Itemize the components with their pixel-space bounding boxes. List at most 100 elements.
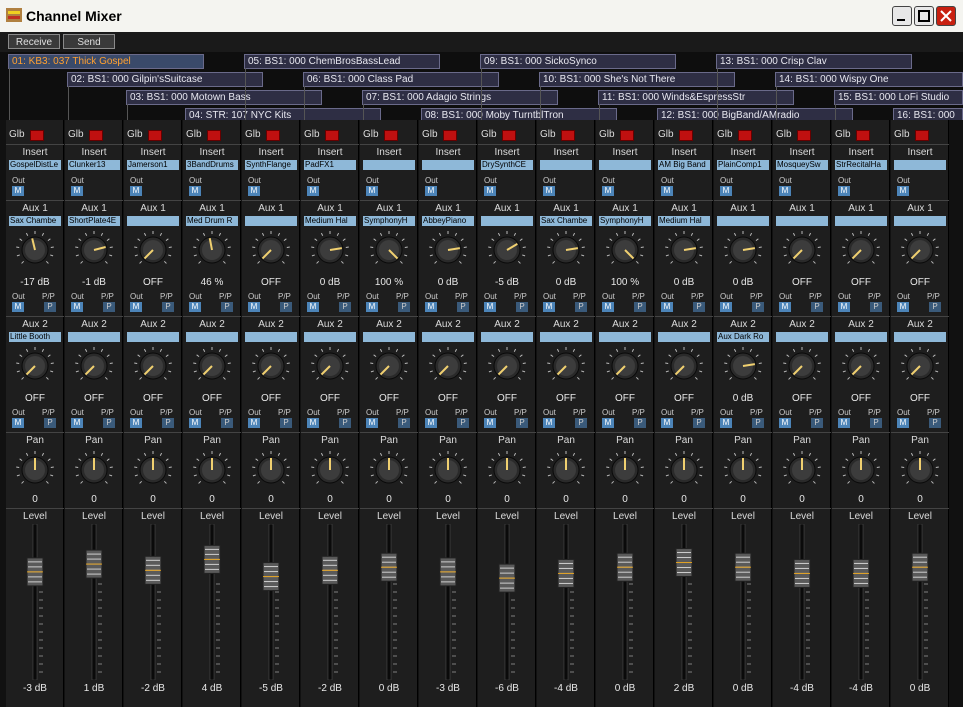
aux2-m-button[interactable]: M — [130, 418, 142, 428]
insert-m-button[interactable]: M — [12, 186, 24, 196]
pan-knob[interactable] — [251, 450, 291, 490]
aux2-m-button[interactable]: M — [248, 418, 260, 428]
insert-m-button[interactable]: M — [425, 186, 437, 196]
aux1-m-button[interactable]: M — [130, 302, 142, 312]
aux2-knob[interactable] — [310, 346, 350, 386]
insert-slot[interactable]: Jamerson1 — [127, 160, 179, 170]
aux2-knob[interactable] — [74, 346, 114, 386]
aux2-p-button[interactable]: P — [221, 418, 233, 428]
aux2-m-button[interactable]: M — [779, 418, 791, 428]
minimize-button[interactable] — [892, 6, 912, 26]
channel-tag-2[interactable]: 02: BS1: 000 Gilpin'sSuitcase — [67, 72, 263, 87]
pan-knob[interactable] — [15, 450, 55, 490]
aux2-p-button[interactable]: P — [339, 418, 351, 428]
aux2-knob[interactable] — [605, 346, 645, 386]
level-fader[interactable] — [852, 524, 870, 680]
aux1-m-button[interactable]: M — [779, 302, 791, 312]
aux2-knob[interactable] — [723, 346, 763, 386]
channel-tag-1[interactable]: 01: KB3: 037 Thick Gospel — [8, 54, 204, 69]
aux1-m-button[interactable]: M — [425, 302, 437, 312]
aux2-slot[interactable] — [658, 332, 710, 342]
aux2-knob[interactable] — [900, 346, 940, 386]
aux1-knob[interactable] — [369, 230, 409, 270]
glb-led[interactable] — [856, 130, 870, 141]
insert-slot[interactable] — [599, 160, 651, 170]
level-fader[interactable] — [439, 524, 457, 680]
aux2-knob[interactable] — [133, 346, 173, 386]
glb-led[interactable] — [502, 130, 516, 141]
insert-slot[interactable]: SynthFlange — [245, 160, 297, 170]
pan-knob[interactable] — [369, 450, 409, 490]
pan-knob[interactable] — [133, 450, 173, 490]
aux2-m-button[interactable]: M — [661, 418, 673, 428]
aux1-p-button[interactable]: P — [575, 302, 587, 312]
aux1-knob[interactable] — [428, 230, 468, 270]
glb-led[interactable] — [620, 130, 634, 141]
aux1-slot[interactable]: Medium Hal — [658, 216, 710, 226]
aux2-p-button[interactable]: P — [575, 418, 587, 428]
aux1-p-button[interactable]: P — [44, 302, 56, 312]
aux2-p-button[interactable]: P — [752, 418, 764, 428]
aux2-p-button[interactable]: P — [103, 418, 115, 428]
channel-tag-11[interactable]: 11: BS1: 000 Winds&EspressStr — [598, 90, 794, 105]
aux1-p-button[interactable]: P — [752, 302, 764, 312]
aux2-m-button[interactable]: M — [484, 418, 496, 428]
aux2-knob[interactable] — [369, 346, 409, 386]
pan-knob[interactable] — [192, 450, 232, 490]
aux2-knob[interactable] — [782, 346, 822, 386]
aux2-slot[interactable]: Little Booth — [9, 332, 61, 342]
aux2-m-button[interactable]: M — [897, 418, 909, 428]
aux1-m-button[interactable]: M — [720, 302, 732, 312]
pan-knob[interactable] — [723, 450, 763, 490]
aux1-knob[interactable] — [782, 230, 822, 270]
glb-led[interactable] — [207, 130, 221, 141]
aux2-p-button[interactable]: P — [398, 418, 410, 428]
aux1-slot[interactable] — [835, 216, 887, 226]
maximize-button[interactable] — [914, 6, 934, 26]
channel-tag-9[interactable]: 09: BS1: 000 SickoSynco — [480, 54, 676, 69]
insert-slot[interactable]: StrRecitalHa — [835, 160, 887, 170]
send-button[interactable]: Send — [63, 34, 115, 49]
aux2-slot[interactable] — [363, 332, 415, 342]
aux2-p-button[interactable]: P — [516, 418, 528, 428]
pan-knob[interactable] — [782, 450, 822, 490]
insert-m-button[interactable]: M — [248, 186, 260, 196]
channel-tag-6[interactable]: 06: BS1: 000 Class Pad — [303, 72, 499, 87]
receive-button[interactable]: Receive — [8, 34, 60, 49]
close-button[interactable] — [936, 6, 956, 26]
aux1-knob[interactable] — [487, 230, 527, 270]
pan-knob[interactable] — [428, 450, 468, 490]
pan-knob[interactable] — [841, 450, 881, 490]
glb-led[interactable] — [30, 130, 44, 141]
aux1-knob[interactable] — [900, 230, 940, 270]
pan-knob[interactable] — [900, 450, 940, 490]
pan-knob[interactable] — [664, 450, 704, 490]
aux2-m-button[interactable]: M — [838, 418, 850, 428]
glb-led[interactable] — [443, 130, 457, 141]
glb-led[interactable] — [915, 130, 929, 141]
aux1-m-button[interactable]: M — [897, 302, 909, 312]
aux1-m-button[interactable]: M — [12, 302, 24, 312]
aux2-m-button[interactable]: M — [425, 418, 437, 428]
aux1-m-button[interactable]: M — [838, 302, 850, 312]
aux2-p-button[interactable]: P — [870, 418, 882, 428]
insert-slot[interactable]: GospelDistLe — [9, 160, 61, 170]
insert-m-button[interactable]: M — [720, 186, 732, 196]
aux1-slot[interactable] — [776, 216, 828, 226]
level-fader[interactable] — [26, 524, 44, 680]
channel-tag-7[interactable]: 07: BS1: 000 Adagio Strings — [362, 90, 558, 105]
aux2-knob[interactable] — [15, 346, 55, 386]
channel-tag-14[interactable]: 14: BS1: 000 Wispy One — [775, 72, 963, 87]
insert-m-button[interactable]: M — [366, 186, 378, 196]
aux1-m-button[interactable]: M — [71, 302, 83, 312]
aux2-slot[interactable] — [894, 332, 946, 342]
channel-tag-10[interactable]: 10: BS1: 000 She's Not There — [539, 72, 735, 87]
aux1-slot[interactable]: Sax Chambe — [540, 216, 592, 226]
aux1-knob[interactable] — [15, 230, 55, 270]
channel-tag-3[interactable]: 03: BS1: 000 Motown Bass — [126, 90, 322, 105]
aux2-m-button[interactable]: M — [71, 418, 83, 428]
glb-led[interactable] — [738, 130, 752, 141]
level-fader[interactable] — [616, 524, 634, 680]
aux2-m-button[interactable]: M — [720, 418, 732, 428]
aux2-p-button[interactable]: P — [693, 418, 705, 428]
